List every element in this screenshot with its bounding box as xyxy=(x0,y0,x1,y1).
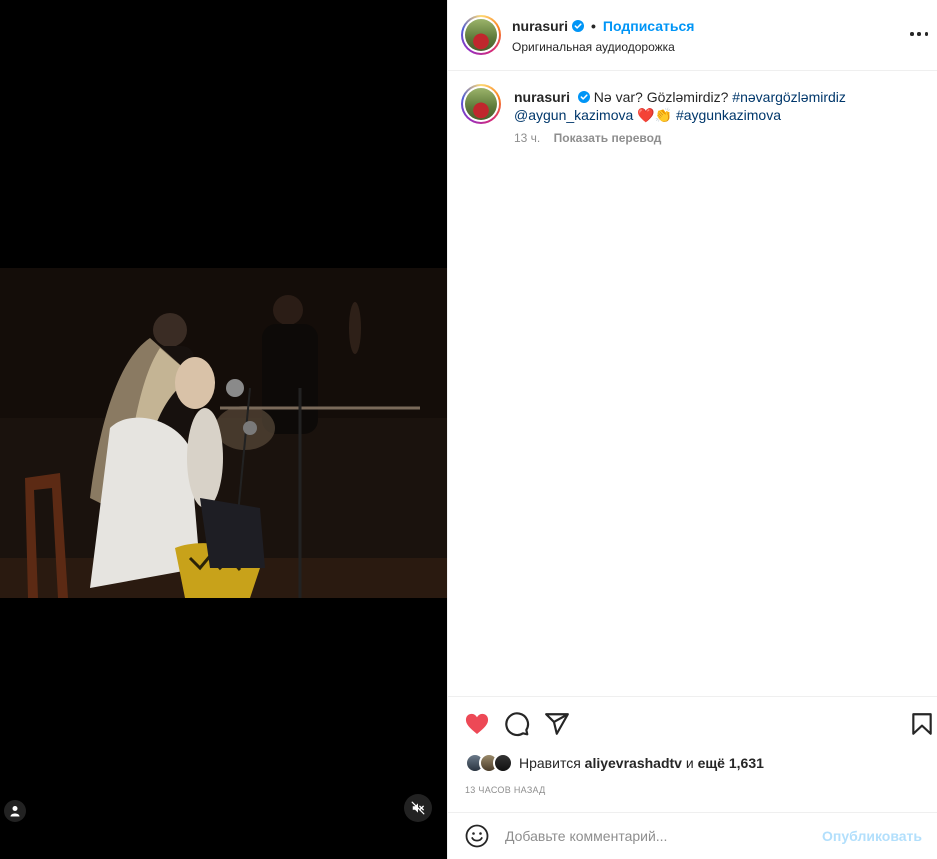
likes-and: и xyxy=(685,755,694,771)
comment-icon[interactable] xyxy=(504,711,530,737)
caption-avatar[interactable] xyxy=(461,84,501,124)
caption-body: Nə var? Gözləmirdiz? xyxy=(593,89,729,105)
liker-avatar[interactable] xyxy=(493,753,513,773)
more-icon xyxy=(910,32,914,36)
header-user-line: nurasuri • Подписаться xyxy=(512,18,694,34)
publish-button[interactable]: Опубликовать xyxy=(822,828,922,844)
caption-username[interactable]: nurasuri xyxy=(514,89,570,105)
action-bar xyxy=(448,696,937,748)
show-translation-button[interactable]: Показать перевод xyxy=(554,131,662,145)
likes-count-link[interactable]: ещё 1,631 xyxy=(698,755,764,771)
username-link[interactable]: nurasuri xyxy=(512,18,568,34)
caption-meta: 13 ч. Показать перевод xyxy=(514,131,661,145)
mention-link[interactable]: @aygun_kazimova xyxy=(514,107,633,123)
caption-time[interactable]: 13 ч. xyxy=(514,131,540,145)
verified-icon xyxy=(572,20,585,32)
likes-summary: Нравится aliyevrashadtv и ещё 1,631 xyxy=(465,752,764,774)
heart-icon[interactable] xyxy=(464,711,490,737)
avatar-image xyxy=(465,88,497,120)
video-player[interactable] xyxy=(0,0,447,859)
separator-dot: • xyxy=(591,18,596,34)
bookmark-icon[interactable] xyxy=(909,711,935,737)
hashtag-link[interactable]: #nəvargözləmirdiz xyxy=(732,89,846,105)
video-frame[interactable] xyxy=(0,268,447,598)
verified-icon xyxy=(577,91,590,103)
avatar[interactable] xyxy=(461,15,501,55)
video-still-image xyxy=(0,268,447,598)
emoji-icon[interactable] xyxy=(465,824,489,848)
user-tag-button[interactable] xyxy=(4,800,26,822)
post-header: nurasuri • Подписаться Оригинальная ауди… xyxy=(448,0,937,71)
caption-emojis: ❤️👏 xyxy=(637,107,673,123)
liker-username[interactable]: aliyevrashadtv xyxy=(585,755,682,771)
user-tag-icon xyxy=(10,806,20,817)
more-options-button[interactable] xyxy=(910,24,928,44)
share-icon[interactable] xyxy=(544,711,570,737)
hashtag-link[interactable]: #aygunkazimova xyxy=(676,107,781,123)
comment-input[interactable] xyxy=(505,828,805,844)
post-panel: nurasuri • Подписаться Оригинальная ауди… xyxy=(447,0,937,859)
comment-bar: Опубликовать xyxy=(448,812,937,859)
audio-link[interactable]: Оригинальная аудиодорожка xyxy=(512,40,675,54)
avatar-image xyxy=(465,19,497,51)
muted-icon xyxy=(411,801,425,815)
caption-text: nurasuri Nə var? Gözləmirdiz? #nəvargözl… xyxy=(514,88,914,124)
likes-prefix: Нравится xyxy=(519,755,581,771)
mute-toggle-button[interactable] xyxy=(404,794,432,822)
post-timestamp[interactable]: 13 ЧАСОВ НАЗАД xyxy=(465,785,546,795)
follow-button[interactable]: Подписаться xyxy=(603,18,695,34)
